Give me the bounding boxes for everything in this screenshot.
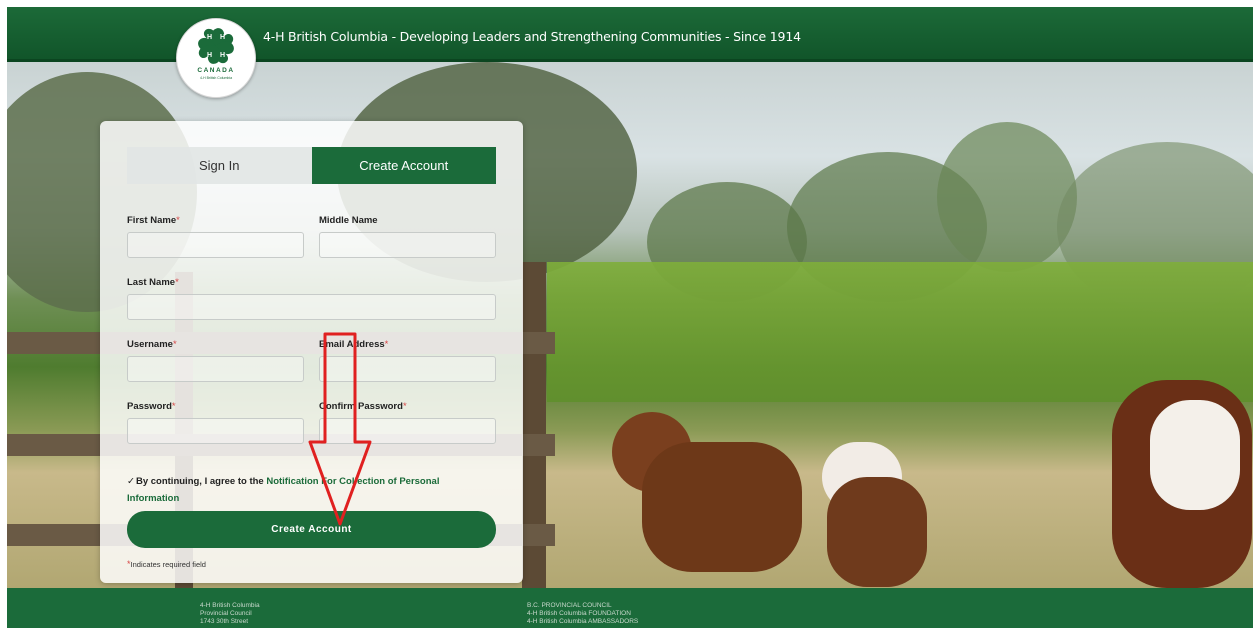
svg-text:H: H [207,34,212,41]
username-label: Username* [127,339,177,350]
required-field-note: *Indicates required field [127,559,206,569]
password-field[interactable] [127,418,304,444]
svg-text:H: H [220,52,225,59]
4h-logo[interactable]: H H H H CANADA 4-H British Columbia [176,18,256,98]
middle-name-label: Middle Name [319,215,378,226]
svg-text:H: H [220,34,225,41]
logo-country-text: CANADA [197,67,235,74]
username-field[interactable] [127,356,304,382]
logo-subtitle-text: 4-H British Columbia [199,76,233,80]
password-label: Password* [127,401,176,412]
agreement-prefix: By continuing, I agree to the [135,476,267,487]
first-name-field[interactable] [127,232,304,258]
tab-create-account[interactable]: Create Account [311,147,496,184]
tab-sign-in[interactable]: Sign In [127,147,312,184]
last-name-field[interactable] [127,294,496,320]
footer-link-provincial-council[interactable]: B.C. PROVINCIAL COUNCIL [527,602,638,610]
agree-checkbox[interactable]: ✓ [127,476,135,487]
footer-link-foundation[interactable]: 4-H British Columbia FOUNDATION [527,610,638,618]
four-leaf-clover-icon: H H H H [198,28,234,64]
svg-text:H: H [207,52,212,59]
auth-tabs: Sign In Create Account [127,147,496,184]
site-footer: 4-H British Columbia Provincial Council … [7,588,1253,628]
footer-links: B.C. PROVINCIAL COUNCIL 4-H British Colu… [527,602,638,626]
footer-address: 4-H British Columbia Provincial Council … [200,602,260,625]
middle-name-field[interactable] [319,232,496,258]
last-name-label: Last Name* [127,277,179,288]
annotation-arrow-icon [308,332,372,526]
first-name-label: First Name* [127,215,180,226]
site-tagline: 4-H British Columbia - Developing Leader… [263,29,801,44]
footer-link-ambassadors[interactable]: 4-H British Columbia AMBASSADORS [527,618,638,626]
